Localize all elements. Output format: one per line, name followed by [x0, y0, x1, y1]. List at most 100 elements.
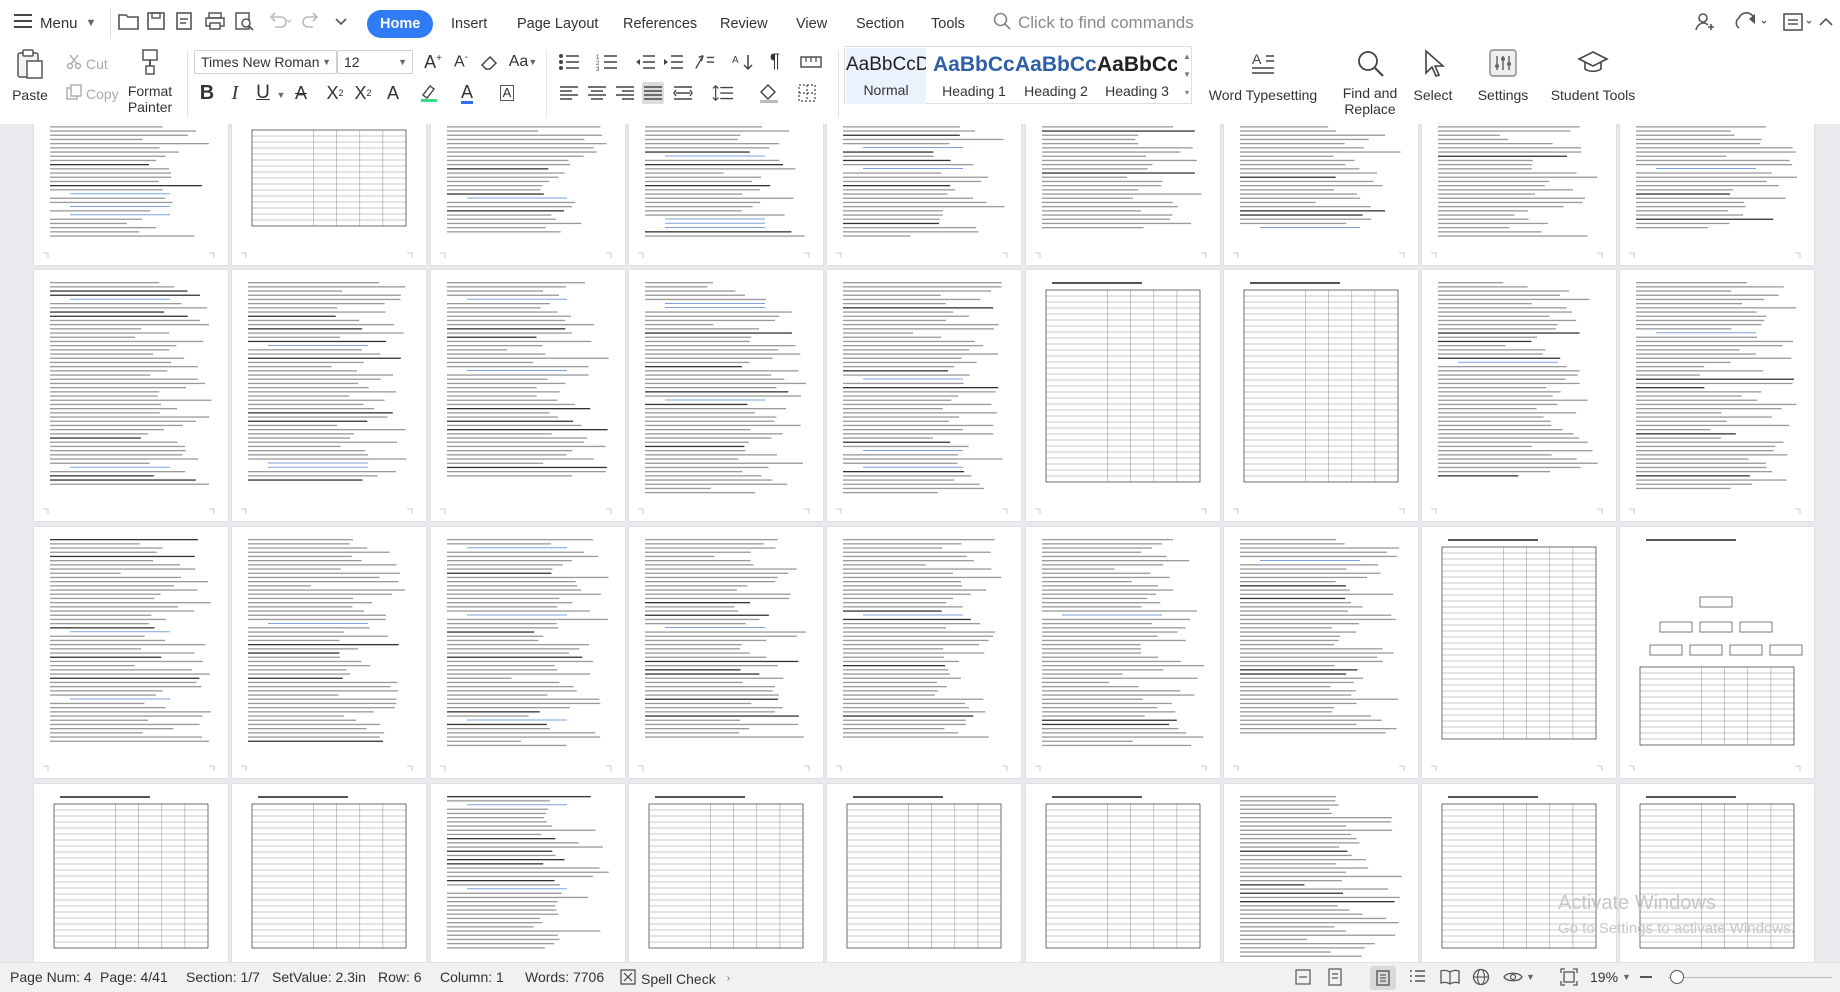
document-page[interactable] — [232, 784, 426, 964]
tab-insert[interactable]: Insert — [451, 10, 487, 38]
undo-icon[interactable] — [266, 11, 292, 35]
superscript-icon[interactable]: X2 — [324, 82, 346, 104]
settings-button[interactable]: Settings — [1470, 48, 1536, 103]
share-icon[interactable] — [1735, 10, 1767, 36]
status-page[interactable]: Page: 4/41 — [100, 969, 168, 985]
distributed-icon[interactable] — [672, 82, 694, 104]
character-border-icon[interactable]: A — [496, 82, 518, 104]
highlight-icon[interactable] — [418, 82, 440, 104]
protect-eye-icon[interactable]: ▼ — [1503, 968, 1535, 986]
zoom-slider-thumb[interactable] — [1670, 970, 1684, 984]
italic-icon[interactable]: I — [224, 82, 246, 104]
document-page[interactable] — [431, 124, 625, 265]
chevron-down-icon[interactable]: ▼ — [270, 84, 292, 106]
command-search[interactable]: Click to find commands — [993, 9, 1194, 37]
tab-view[interactable]: View — [796, 10, 827, 38]
word-typesetting-button[interactable]: A Word Typesetting — [1208, 48, 1318, 103]
sort-icon[interactable]: A — [732, 51, 754, 73]
font-color-icon[interactable]: A — [456, 82, 478, 104]
cut-button[interactable]: Cut — [66, 54, 108, 73]
style-heading-2[interactable]: AaBbCc Heading 2 — [1012, 48, 1100, 104]
numbering-icon[interactable]: 123 — [596, 51, 618, 73]
document-page[interactable] — [1422, 124, 1616, 265]
document-page[interactable] — [629, 124, 823, 265]
tab-tools[interactable]: Tools — [931, 10, 965, 38]
focus-mode-icon[interactable] — [1326, 968, 1344, 989]
reading-view-icon[interactable] — [1440, 968, 1460, 989]
fit-page-icon[interactable] — [1560, 968, 1578, 989]
bold-icon[interactable]: B — [196, 82, 218, 104]
document-page[interactable] — [34, 527, 228, 778]
tab-section[interactable]: Section — [856, 10, 904, 38]
document-page[interactable] — [34, 270, 228, 521]
tab-stops-icon[interactable] — [800, 51, 822, 73]
status-section[interactable]: Section: 1/7 — [186, 969, 260, 985]
change-case-icon[interactable]: Aa ▼ — [508, 51, 538, 73]
paragraph-mark-icon[interactable]: ¶ — [764, 51, 786, 73]
text-direction-icon[interactable] — [694, 51, 716, 73]
collapse-ribbon-icon[interactable] — [1817, 10, 1840, 36]
document-page[interactable] — [34, 784, 228, 964]
document-page[interactable] — [827, 784, 1021, 964]
tab-references[interactable]: References — [623, 10, 697, 38]
bullets-icon[interactable] — [558, 51, 580, 73]
web-view-icon[interactable] — [1472, 968, 1490, 989]
font-name-select[interactable]: Times New Roman ▼ — [194, 50, 337, 74]
tab-page-layout[interactable]: Page Layout — [517, 10, 598, 38]
document-page[interactable] — [431, 784, 625, 964]
print-icon[interactable] — [204, 11, 228, 35]
align-center-icon[interactable] — [586, 82, 608, 104]
document-page[interactable] — [1620, 527, 1814, 778]
document-page[interactable] — [827, 270, 1021, 521]
eraser-icon[interactable] — [478, 51, 500, 73]
redo-icon[interactable] — [302, 11, 326, 35]
zoom-out-icon[interactable] — [1640, 976, 1652, 978]
zoom-slider[interactable] — [1668, 977, 1832, 978]
customize-toolbar-icon[interactable] — [334, 11, 358, 35]
decrease-indent-icon[interactable] — [634, 51, 656, 73]
document-page[interactable] — [431, 527, 625, 778]
document-page[interactable] — [1620, 124, 1814, 265]
document-page[interactable] — [629, 270, 823, 521]
document-page[interactable] — [1422, 270, 1616, 521]
justify-icon[interactable] — [642, 82, 664, 104]
print-preview-icon[interactable] — [233, 11, 257, 35]
document-page[interactable] — [827, 124, 1021, 265]
document-page[interactable] — [1224, 784, 1418, 964]
document-page[interactable] — [1026, 527, 1220, 778]
line-spacing-icon[interactable] — [712, 82, 734, 104]
increase-font-icon[interactable]: A+ — [422, 51, 444, 73]
zoom-level[interactable]: 19% ▼ — [1590, 969, 1631, 985]
open-folder-icon[interactable] — [118, 11, 142, 35]
increase-indent-icon[interactable] — [662, 51, 684, 73]
subscript-icon[interactable]: X2 — [352, 82, 374, 104]
document-page[interactable] — [1224, 270, 1418, 521]
status-setvalue[interactable]: SetValue: 2.3in — [272, 969, 366, 985]
styles-scroll[interactable]: ▲ ▼ ▾ — [1182, 48, 1192, 102]
align-left-icon[interactable] — [558, 82, 580, 104]
paste-button[interactable]: Paste — [10, 48, 50, 103]
menu-button[interactable]: Menu ▼ — [14, 8, 96, 38]
format-painter-button[interactable]: Format Painter — [126, 48, 174, 115]
style-heading-3[interactable]: AaBbCcI Heading 3 — [1094, 48, 1180, 104]
save-icon[interactable] — [146, 11, 170, 35]
strikethrough-icon[interactable]: A — [290, 82, 312, 104]
borders-icon[interactable] — [796, 82, 818, 104]
style-normal[interactable]: AaBbCcDd Normal — [846, 48, 926, 104]
text-effects-icon[interactable]: A — [382, 82, 404, 104]
eye-protection-icon[interactable] — [1294, 968, 1312, 989]
spell-check-button[interactable]: Spell Check › — [620, 969, 730, 988]
outline-view-icon[interactable] — [1408, 968, 1426, 989]
document-page[interactable] — [629, 784, 823, 964]
shading-icon[interactable] — [758, 82, 780, 104]
document-page[interactable] — [1026, 784, 1220, 964]
select-button[interactable]: Select — [1410, 48, 1456, 103]
export-pdf-icon[interactable] — [174, 11, 198, 35]
document-page[interactable] — [232, 527, 426, 778]
student-tools-button[interactable]: Student Tools — [1548, 48, 1638, 103]
document-page[interactable] — [827, 527, 1021, 778]
document-page[interactable] — [1026, 270, 1220, 521]
status-words[interactable]: Words: 7706 — [525, 969, 604, 985]
document-page[interactable] — [1224, 124, 1418, 265]
document-page[interactable] — [1224, 527, 1418, 778]
